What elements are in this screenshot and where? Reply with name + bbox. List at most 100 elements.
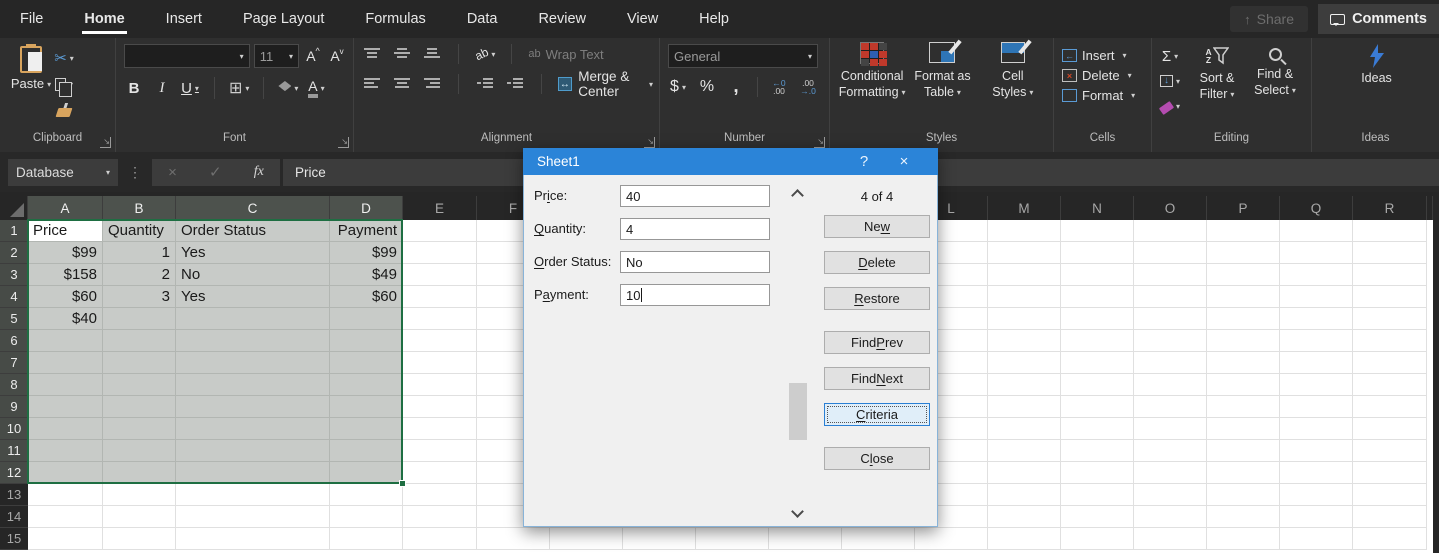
cell-O7[interactable] xyxy=(1134,352,1207,374)
fill-button[interactable]: ↓ xyxy=(1160,71,1180,91)
dialog-title-bar[interactable]: Sheet1 ? × xyxy=(523,148,938,175)
cell-E4[interactable] xyxy=(403,286,477,308)
cell-B5[interactable] xyxy=(103,308,176,330)
criteria-button[interactable]: Criteria xyxy=(824,403,930,426)
align-center-button[interactable] xyxy=(392,74,412,94)
top-align-button[interactable] xyxy=(362,44,382,64)
cell-R11[interactable] xyxy=(1353,440,1427,462)
cell-E7[interactable] xyxy=(403,352,477,374)
field-input-order-status[interactable]: No xyxy=(620,251,770,273)
cell-E6[interactable] xyxy=(403,330,477,352)
row-header-5[interactable]: 5 xyxy=(0,308,28,330)
cell-P8[interactable] xyxy=(1207,374,1280,396)
cell-M10[interactable] xyxy=(988,418,1061,440)
alignment-dialog-launcher-icon[interactable]: ↘ xyxy=(644,137,655,148)
insert-cells-button[interactable]: ← Insert xyxy=(1062,48,1135,63)
cell-P9[interactable] xyxy=(1207,396,1280,418)
cell-M2[interactable] xyxy=(988,242,1061,264)
cell-N1[interactable] xyxy=(1061,220,1134,242)
cell-N9[interactable] xyxy=(1061,396,1134,418)
cell-B2[interactable]: 1 xyxy=(103,242,176,264)
column-header-D[interactable]: D xyxy=(330,196,403,220)
cell-A4[interactable]: $60 xyxy=(28,286,103,308)
cell-P7[interactable] xyxy=(1207,352,1280,374)
cell-B4[interactable]: 3 xyxy=(103,286,176,308)
decrease-decimal-button[interactable]: .00 →.0 xyxy=(798,77,818,97)
cell-M12[interactable] xyxy=(988,462,1061,484)
restore-button[interactable]: Restore xyxy=(824,287,930,310)
cell-B9[interactable] xyxy=(103,396,176,418)
cell-Q4[interactable] xyxy=(1280,286,1353,308)
cell-A9[interactable] xyxy=(28,396,103,418)
cell-R2[interactable] xyxy=(1353,242,1427,264)
cell-J15[interactable] xyxy=(769,528,842,550)
cell-D1[interactable]: Payment xyxy=(330,220,403,242)
cell-R12[interactable] xyxy=(1353,462,1427,484)
cell-Q11[interactable] xyxy=(1280,440,1353,462)
cell-M1[interactable] xyxy=(988,220,1061,242)
middle-align-button[interactable] xyxy=(392,44,412,64)
fill-color-button[interactable] xyxy=(278,78,298,98)
cell-E15[interactable] xyxy=(403,528,477,550)
cell-C9[interactable] xyxy=(176,396,330,418)
menu-tab-formulas[interactable]: Formulas xyxy=(363,2,427,36)
cell-R1[interactable] xyxy=(1353,220,1427,242)
cell-Q14[interactable] xyxy=(1280,506,1353,528)
cell-D10[interactable] xyxy=(330,418,403,440)
cell-R9[interactable] xyxy=(1353,396,1427,418)
dialog-help-button[interactable]: ? xyxy=(844,153,884,170)
scroll-down-icon[interactable] xyxy=(791,505,804,518)
cell-Q7[interactable] xyxy=(1280,352,1353,374)
cancel-entry-button[interactable]: × xyxy=(168,164,177,181)
cell-A8[interactable] xyxy=(28,374,103,396)
cell-O9[interactable] xyxy=(1134,396,1207,418)
cell-A13[interactable] xyxy=(28,484,103,506)
cell-M4[interactable] xyxy=(988,286,1061,308)
cell-N14[interactable] xyxy=(1061,506,1134,528)
cell-C3[interactable]: No xyxy=(176,264,330,286)
cell-Q2[interactable] xyxy=(1280,242,1353,264)
cell-P14[interactable] xyxy=(1207,506,1280,528)
cell-A6[interactable] xyxy=(28,330,103,352)
cell-K15[interactable] xyxy=(842,528,915,550)
column-header-B[interactable]: B xyxy=(103,196,176,220)
format-as-table-button[interactable]: Format as Table xyxy=(908,42,976,132)
cell-M8[interactable] xyxy=(988,374,1061,396)
cell-D6[interactable] xyxy=(330,330,403,352)
increase-decimal-button[interactable]: ←0.00 xyxy=(769,77,789,97)
cell-M7[interactable] xyxy=(988,352,1061,374)
cell-E2[interactable] xyxy=(403,242,477,264)
cell-E13[interactable] xyxy=(403,484,477,506)
cell-O6[interactable] xyxy=(1134,330,1207,352)
cell-D3[interactable]: $49 xyxy=(330,264,403,286)
cell-styles-button[interactable]: Cell Styles xyxy=(979,42,1047,132)
font-color-button[interactable]: A xyxy=(306,78,326,98)
cell-A12[interactable] xyxy=(28,462,103,484)
cell-P11[interactable] xyxy=(1207,440,1280,462)
bold-button[interactable]: B xyxy=(124,78,144,98)
cell-H15[interactable] xyxy=(623,528,696,550)
cell-Q9[interactable] xyxy=(1280,396,1353,418)
find-next-button[interactable]: Find Next xyxy=(824,367,930,390)
autosum-button[interactable]: Σ xyxy=(1160,46,1180,66)
sort-filter-button[interactable]: AZ Sort & Filter xyxy=(1188,44,1246,132)
cell-D14[interactable] xyxy=(330,506,403,528)
cell-D5[interactable] xyxy=(330,308,403,330)
menu-tab-help[interactable]: Help xyxy=(697,2,731,36)
increase-font-size-button[interactable]: A xyxy=(303,46,323,66)
format-painter-button[interactable] xyxy=(54,100,74,120)
cell-O12[interactable] xyxy=(1134,462,1207,484)
copy-button[interactable] xyxy=(54,74,74,97)
field-input-quantity[interactable]: 4 xyxy=(620,218,770,240)
italic-button[interactable]: I xyxy=(152,78,172,98)
row-header-11[interactable]: 11 xyxy=(0,440,28,462)
clipboard-dialog-launcher-icon[interactable]: ↘ xyxy=(100,137,111,148)
column-header-E[interactable]: E xyxy=(403,196,477,220)
cell-M9[interactable] xyxy=(988,396,1061,418)
cell-O11[interactable] xyxy=(1134,440,1207,462)
cell-R14[interactable] xyxy=(1353,506,1427,528)
cell-C6[interactable] xyxy=(176,330,330,352)
cell-R15[interactable] xyxy=(1353,528,1427,550)
font-dialog-launcher-icon[interactable]: ↘ xyxy=(338,137,349,148)
percent-style-button[interactable]: % xyxy=(697,77,717,97)
